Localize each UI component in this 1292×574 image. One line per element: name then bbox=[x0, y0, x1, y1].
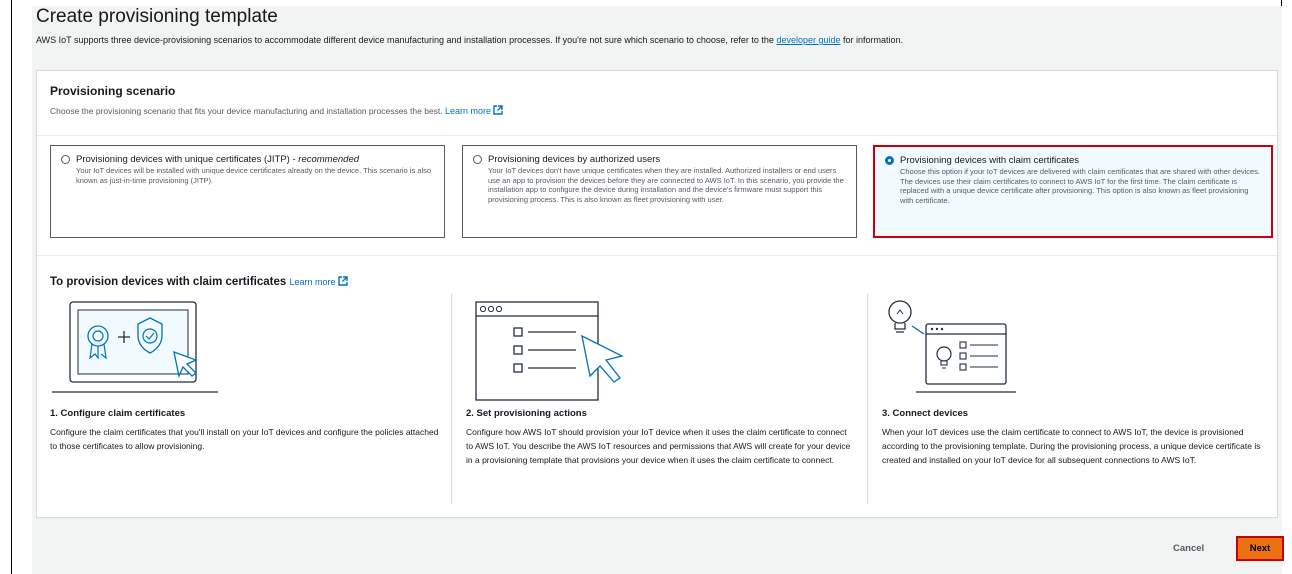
checklist-window-icon bbox=[475, 301, 624, 401]
developer-guide-link[interactable]: developer guide bbox=[776, 35, 840, 45]
page-description-suffix: for information. bbox=[843, 35, 904, 45]
step-2-description: Configure how AWS IoT should provision y… bbox=[466, 427, 851, 465]
scenario-title: Provisioning scenario bbox=[50, 84, 176, 98]
scenario-header: Provisioning scenario Choose the provisi… bbox=[37, 71, 1277, 136]
option-authorized-users-title: Provisioning devices by authorized users bbox=[488, 154, 661, 165]
step-2-title: 2. Set provisioning actions bbox=[466, 408, 587, 419]
page-description: AWS IoT supports three device-provisioni… bbox=[36, 35, 903, 45]
option-claim-certificates-radio[interactable] bbox=[885, 156, 894, 165]
scenario-learn-more-label: Learn more bbox=[445, 106, 492, 116]
option-jitp-radio[interactable] bbox=[61, 155, 70, 164]
option-jitp-title: Provisioning devices with unique certifi… bbox=[76, 154, 359, 165]
page-description-text: AWS IoT supports three device-provisioni… bbox=[36, 35, 774, 45]
scenario-learn-more-link[interactable]: Learn more bbox=[445, 105, 503, 116]
option-jitp-title-text: Provisioning devices with unique certifi… bbox=[76, 154, 299, 165]
page-title: Create provisioning template bbox=[36, 6, 278, 27]
option-authorized-users-tile[interactable]: Provisioning devices by authorized users… bbox=[462, 145, 857, 238]
option-jitp-recommended: recommended bbox=[298, 154, 360, 165]
steps-learn-more-label: Learn more bbox=[289, 277, 336, 287]
steps-title: To provision devices with claim certific… bbox=[50, 276, 287, 288]
scenario-options: Provisioning devices with unique certifi… bbox=[37, 135, 1277, 256]
provisioning-scenario-container: Provisioning scenario Choose the provisi… bbox=[36, 70, 1278, 518]
steps-learn-more-link[interactable]: Learn more bbox=[289, 276, 348, 287]
step-1-title: 1. Configure claim certificates bbox=[50, 408, 186, 419]
step-connect-devices: 3. Connect devices When your IoT devices… bbox=[867, 294, 1273, 504]
option-jitp-description: Your IoT devices will be installed with … bbox=[76, 166, 432, 185]
option-authorized-users-radio[interactable] bbox=[473, 155, 482, 164]
scenario-description-text: Choose the provisioning scenario that fi… bbox=[50, 106, 443, 116]
scenario-description: Choose the provisioning scenario that fi… bbox=[50, 105, 503, 116]
option-claim-certificates-description: Choose this option if your IoT devices a… bbox=[900, 167, 1261, 205]
option-authorized-users-description: Your IoT devices don't have unique certi… bbox=[488, 166, 844, 204]
external-link-icon bbox=[493, 105, 503, 115]
page: Create provisioning template AWS IoT sup… bbox=[32, 6, 1284, 574]
step-set-provisioning-actions: 2. Set provisioning actions Configure ho… bbox=[451, 294, 862, 504]
step-3-title: 3. Connect devices bbox=[882, 408, 969, 419]
footer-actions: Cancel Next bbox=[36, 518, 1284, 574]
certificate-laptop-icon bbox=[52, 301, 218, 393]
step-1-description: Configure the claim certificates that yo… bbox=[50, 427, 439, 451]
steps-heading: To provision devices with claim certific… bbox=[50, 276, 348, 288]
step-configure-claim-certificates: 1. Configure claim certificates Configur… bbox=[50, 294, 450, 504]
connected-device-icon bbox=[888, 300, 1016, 393]
step-3-description: When your IoT devices use the claim cert… bbox=[882, 427, 1261, 465]
external-link-icon bbox=[337, 276, 348, 286]
option-jitp-tile[interactable]: Provisioning devices with unique certifi… bbox=[50, 145, 445, 238]
next-button[interactable]: Next bbox=[1236, 536, 1284, 561]
option-claim-certificates-title: Provisioning devices with claim certific… bbox=[900, 155, 1079, 166]
cancel-button[interactable]: Cancel bbox=[1173, 543, 1204, 554]
option-claim-certificates-tile[interactable]: Provisioning devices with claim certific… bbox=[873, 145, 1273, 238]
window-frame: Create provisioning template AWS IoT sup… bbox=[11, 0, 1284, 574]
